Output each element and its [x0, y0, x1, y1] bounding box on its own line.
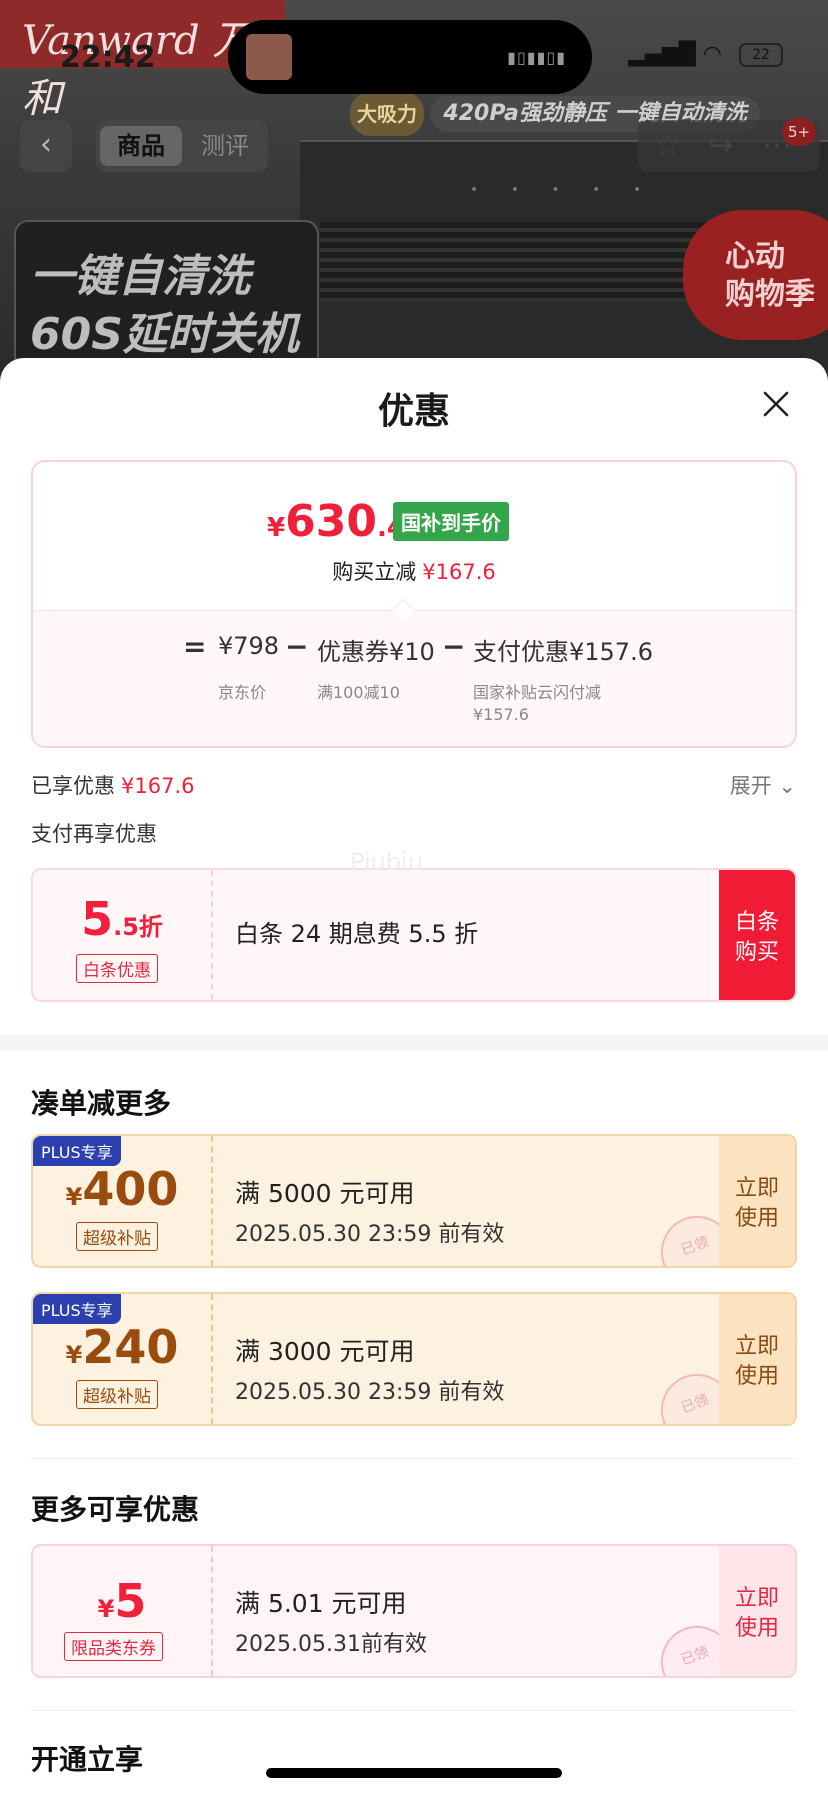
- jd-price-label: 京东价: [218, 683, 267, 702]
- dynamic-island: ▮▯▮▮▯▮: [228, 20, 592, 94]
- plus-badge: PLUS专享: [33, 1294, 121, 1324]
- wifi-icon: ◠: [702, 42, 722, 67]
- share-icon[interactable]: ↪: [708, 128, 733, 163]
- message-count-badge: 5+: [782, 118, 817, 146]
- equals-sign: =: [183, 630, 207, 663]
- price-breakdown-card: ¥630.4 国补到手价 购买立减 ¥167.6 = ¥798 京东价 − 优惠券…: [31, 460, 797, 748]
- home-indicator: [266, 1768, 562, 1778]
- coupon-tag: 限品类东券: [64, 1632, 163, 1661]
- expand-button[interactable]: 展开 ⌄: [730, 770, 796, 800]
- minus-sign: −: [285, 630, 309, 663]
- media-thumbnail: [246, 34, 292, 80]
- discount-sheet: 优惠 ¥630.4 国补到手价 购买立减 ¥167.6 = ¥798 京东价 − …: [0, 358, 828, 1795]
- coupon-tag: 超级补贴: [76, 1222, 158, 1251]
- tab-review[interactable]: 测评: [184, 126, 266, 166]
- use-now-button[interactable]: 立即 使用: [719, 1136, 795, 1266]
- payment-discount: 支付优惠¥157.6: [473, 638, 653, 666]
- section-title-open: 开通立享: [31, 1743, 144, 1776]
- promo-badge: 心动 购物季: [683, 210, 828, 340]
- plus-coupon-card: ¥240 超级补贴 PLUS专享 满 3000 元可用 2025.05.30 2…: [31, 1292, 797, 1426]
- chevron-down-icon: ⌄: [778, 774, 796, 798]
- plus-coupon-card: ¥400 超级补贴 PLUS专享 满 5000 元可用 2025.05.30 2…: [31, 1134, 797, 1268]
- subsidy-price-tag: 国补到手价: [393, 502, 509, 541]
- coupon-expiry: 2025.05.31前有效: [235, 1632, 427, 1657]
- pay-more-title: 支付再享优惠: [31, 822, 157, 846]
- coupon-discount: 优惠券¥10: [317, 638, 435, 666]
- coupon-condition: 满 5000 元可用: [235, 1179, 415, 1208]
- jd-coupon-card: ¥5 限品类东券 满 5.01 元可用 2025.05.31前有效 已领 立即 …: [31, 1544, 797, 1678]
- section-title-combine: 凑单减更多: [31, 1087, 172, 1120]
- price-formula: = ¥798 京东价 − 优惠券¥10 满100减10 − 支付优惠¥157.6…: [33, 630, 795, 740]
- baitiao-offer-card: 5.5折 白条优惠 白条 24 期息费 5.5 折 白条 购买: [31, 868, 797, 1002]
- divider: [31, 1710, 797, 1711]
- nav-tabs: 商品 测评: [96, 120, 268, 172]
- coupon-amount: ¥400: [65, 1162, 179, 1216]
- sheet-title: 优惠: [377, 391, 450, 432]
- coupon-condition: 满100减10: [317, 683, 400, 702]
- use-now-button[interactable]: 立即 使用: [719, 1294, 795, 1424]
- favorite-star-icon[interactable]: ☆: [654, 128, 681, 163]
- tab-product[interactable]: 商品: [100, 126, 182, 166]
- purchase-reduction: 购买立减 ¥167.6: [332, 560, 496, 584]
- baitiao-rate: 5.5折: [81, 892, 163, 946]
- close-icon[interactable]: [762, 390, 790, 418]
- minus-sign: −: [442, 630, 466, 663]
- coupon-condition: 满 3000 元可用: [235, 1337, 415, 1366]
- final-price: ¥630.4: [267, 496, 405, 547]
- payment-discount-desc: 国家补贴云闪付减 ¥157.6: [473, 683, 602, 724]
- watermark: Piubiu: [350, 848, 423, 876]
- status-icons: ▂▄▆█ ◠ 22: [628, 42, 783, 67]
- coupon-amount: ¥240: [65, 1320, 179, 1374]
- product-slogan: 一键自清洗 60S延时关机: [14, 220, 319, 370]
- enjoyed-discount: 已享优惠 ¥167.6: [31, 774, 195, 798]
- coupon-expiry: 2025.05.30 23:59 前有效: [235, 1222, 505, 1247]
- use-now-button[interactable]: 立即 使用: [719, 1546, 795, 1676]
- baitiao-tag: 白条优惠: [76, 954, 158, 983]
- coupon-expiry: 2025.05.30 23:59 前有效: [235, 1380, 505, 1405]
- back-button[interactable]: ‹: [20, 120, 72, 172]
- coupon-amount: ¥5: [97, 1574, 147, 1628]
- section-title-more: 更多可享优惠: [31, 1493, 200, 1526]
- coupon-tag: 超级补贴: [76, 1380, 158, 1409]
- coupon-condition: 满 5.01 元可用: [235, 1589, 407, 1618]
- baitiao-buy-button[interactable]: 白条 购买: [719, 870, 795, 1000]
- plus-badge: PLUS专享: [33, 1136, 121, 1166]
- audio-wave-icon: ▮▯▮▮▯▮: [507, 48, 566, 67]
- battery-icon: 22: [739, 43, 783, 67]
- power-badge: 大吸力: [350, 92, 424, 136]
- divider: [31, 1458, 797, 1459]
- baitiao-desc: 白条 24 期息费 5.5 折: [235, 920, 479, 948]
- section-separator: [0, 1034, 828, 1050]
- signal-icon: ▂▄▆█: [628, 42, 696, 67]
- status-time: 22:42: [60, 40, 156, 75]
- jd-price: ¥798: [218, 632, 280, 660]
